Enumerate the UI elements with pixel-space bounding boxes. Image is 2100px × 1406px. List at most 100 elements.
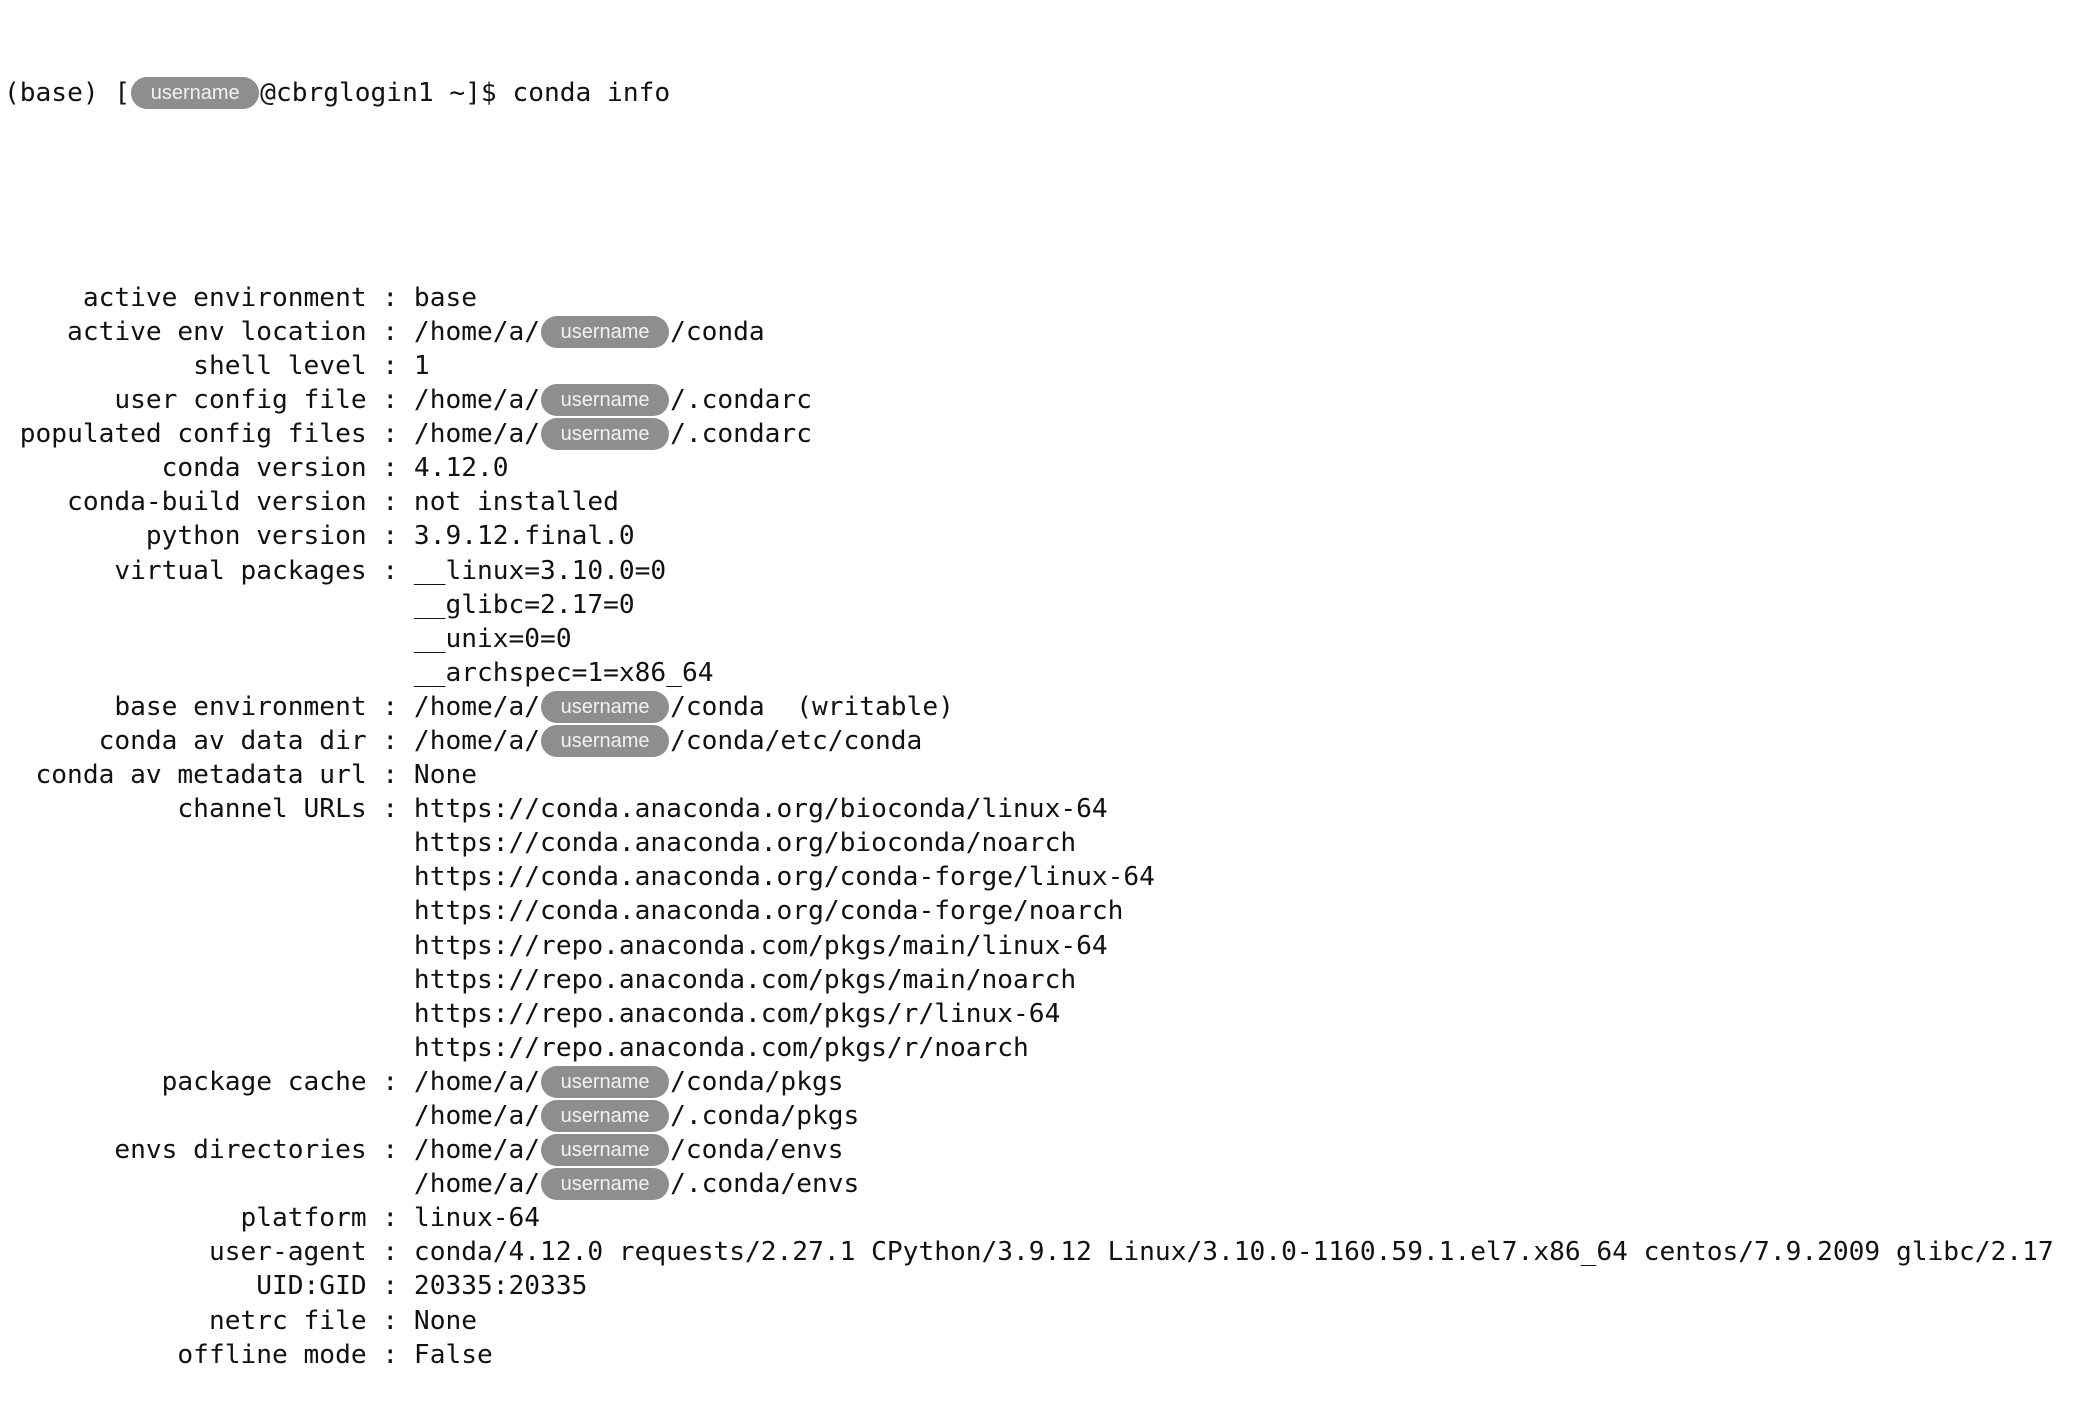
info-row-continuation: __unix=0=0 (4, 622, 2054, 656)
info-value: /home/a/ (413, 316, 541, 347)
info-row-continuation: https://conda.anaconda.org/conda-forge/l… (4, 860, 2054, 894)
info-value: /conda/envs (670, 1135, 844, 1166)
info-separator (367, 826, 414, 860)
info-separator (367, 997, 414, 1031)
info-label: offline mode (177, 1339, 367, 1370)
info-label: base environment (114, 691, 367, 722)
info-separator (367, 929, 414, 963)
info-row: conda av metadata url : None (4, 758, 2054, 792)
info-separator: : (366, 521, 414, 552)
info-value: /home/a/ (413, 1135, 541, 1166)
info-separator: : (366, 1271, 414, 1302)
info-row-continuation: https://conda.anaconda.org/conda-forge/n… (4, 894, 2054, 928)
info-separator: : (366, 1066, 414, 1097)
info-label: package cache (161, 1066, 367, 1097)
info-separator: : (366, 1135, 414, 1166)
info-separator: : (366, 1237, 414, 1268)
info-separator: : (366, 282, 414, 313)
info-label: channel URLs (177, 794, 367, 825)
info-separator: : (366, 691, 414, 722)
info-label: user config file (114, 385, 367, 416)
info-row: conda av data dir : /home/a/username/con… (4, 724, 2054, 758)
info-value: /home/a/ (413, 691, 541, 722)
info-separator (367, 860, 414, 894)
redacted-username-pill: username (541, 384, 670, 417)
info-value: /home/a/ (413, 1066, 541, 1097)
info-value: linux-64 (413, 1203, 541, 1234)
info-value: https://repo.anaconda.com/pkgs/r/noarch (413, 1032, 1029, 1063)
info-value: /conda (670, 316, 765, 347)
info-separator: : (366, 385, 414, 416)
info-row: conda version : 4.12.0 (4, 451, 2054, 485)
info-separator: : (366, 316, 414, 347)
info-row-continuation: https://repo.anaconda.com/pkgs/r/linux-6… (4, 997, 2054, 1031)
info-value: https://conda.anaconda.org/conda-forge/n… (413, 896, 1124, 927)
prompt-line: (base) [ username @cbrglogin1 ~]$ conda … (4, 76, 2054, 110)
redacted-username-pill: username (541, 1168, 670, 1201)
info-row: base environment : /home/a/username/cond… (4, 690, 2054, 724)
info-separator (367, 894, 414, 928)
prompt-bracket: [ (114, 78, 131, 109)
info-row-continuation: /home/a/username/.conda/envs (4, 1167, 2054, 1201)
info-separator (367, 1099, 414, 1133)
info-value: /home/a/ (413, 1169, 541, 1200)
info-separator: : (366, 1203, 414, 1234)
info-value: /.conda/pkgs (670, 1101, 860, 1131)
info-value: 3.9.12.final.0 (413, 521, 635, 552)
redacted-username-pill: username (541, 1134, 670, 1167)
info-row: package cache : /home/a/username/conda/p… (4, 1065, 2054, 1099)
info-row: user-agent : conda/4.12.0 requests/2.27.… (4, 1235, 2054, 1269)
info-row: conda-build version : not installed (4, 485, 2054, 519)
info-value: 4.12.0 (413, 453, 509, 484)
info-row-continuation: https://conda.anaconda.org/bioconda/noar… (4, 826, 2054, 860)
info-label: conda av metadata url (35, 760, 367, 791)
info-value: /.condarc (670, 419, 812, 450)
info-row: populated config files : /home/a/usernam… (4, 417, 2054, 451)
redacted-username-pill: username (541, 690, 670, 723)
info-value: /home/a/ (413, 419, 541, 450)
info-separator: : (366, 487, 414, 518)
info-separator: : (366, 725, 414, 756)
info-row-continuation: __glibc=2.17=0 (4, 588, 2054, 622)
info-row-continuation: __archspec=1=x86_64 (4, 656, 2054, 690)
info-value: /.condarc (670, 385, 812, 416)
info-row: netrc file : None (4, 1304, 2054, 1338)
info-value: /home/a/ (413, 385, 541, 416)
info-value: https://repo.anaconda.com/pkgs/main/linu… (413, 930, 1108, 961)
terminal-output: (base) [ username @cbrglogin1 ~]$ conda … (4, 8, 2054, 1406)
info-value: https://repo.anaconda.com/pkgs/main/noar… (413, 964, 1077, 995)
info-label: envs directories (114, 1135, 367, 1166)
info-value: https://conda.anaconda.org/bioconda/noar… (413, 828, 1077, 859)
info-value: None (413, 1305, 477, 1336)
info-label: conda version (161, 453, 367, 484)
info-separator (367, 1167, 414, 1201)
info-value: 1 (413, 350, 430, 381)
prompt-env: (base) (4, 78, 99, 109)
info-separator (367, 1031, 414, 1065)
info-label: netrc file (208, 1305, 367, 1336)
info-value: base (413, 282, 477, 313)
redacted-username-pill: username (541, 1065, 670, 1098)
info-row: active environment : base (4, 281, 2054, 315)
info-row: virtual packages : __linux=3.10.0=0 (4, 554, 2054, 588)
info-separator (367, 963, 414, 997)
info-label: conda-build version (67, 487, 367, 518)
info-value: __archspec=1=x86_64 (413, 657, 714, 688)
info-value: not installed (413, 487, 619, 518)
info-value: False (413, 1339, 493, 1370)
info-separator (367, 622, 414, 656)
info-row: shell level : 1 (4, 349, 2054, 383)
info-separator: : (366, 760, 414, 791)
info-value: None (413, 760, 477, 791)
info-row: user config file : /home/a/username/.con… (4, 383, 2054, 417)
info-value: /home/a/ (413, 1101, 541, 1131)
info-value: /conda (writable) (670, 691, 954, 722)
info-row: channel URLs : https://conda.anaconda.or… (4, 792, 2054, 826)
redacted-username-pill: username (541, 1100, 670, 1133)
info-separator: : (366, 1339, 414, 1370)
info-value: /conda/etc/conda (670, 725, 923, 756)
info-label: active environment (82, 282, 367, 313)
prompt-host: @cbrglogin1 ~]$ (260, 78, 497, 109)
info-value: /home/a/ (413, 725, 541, 756)
